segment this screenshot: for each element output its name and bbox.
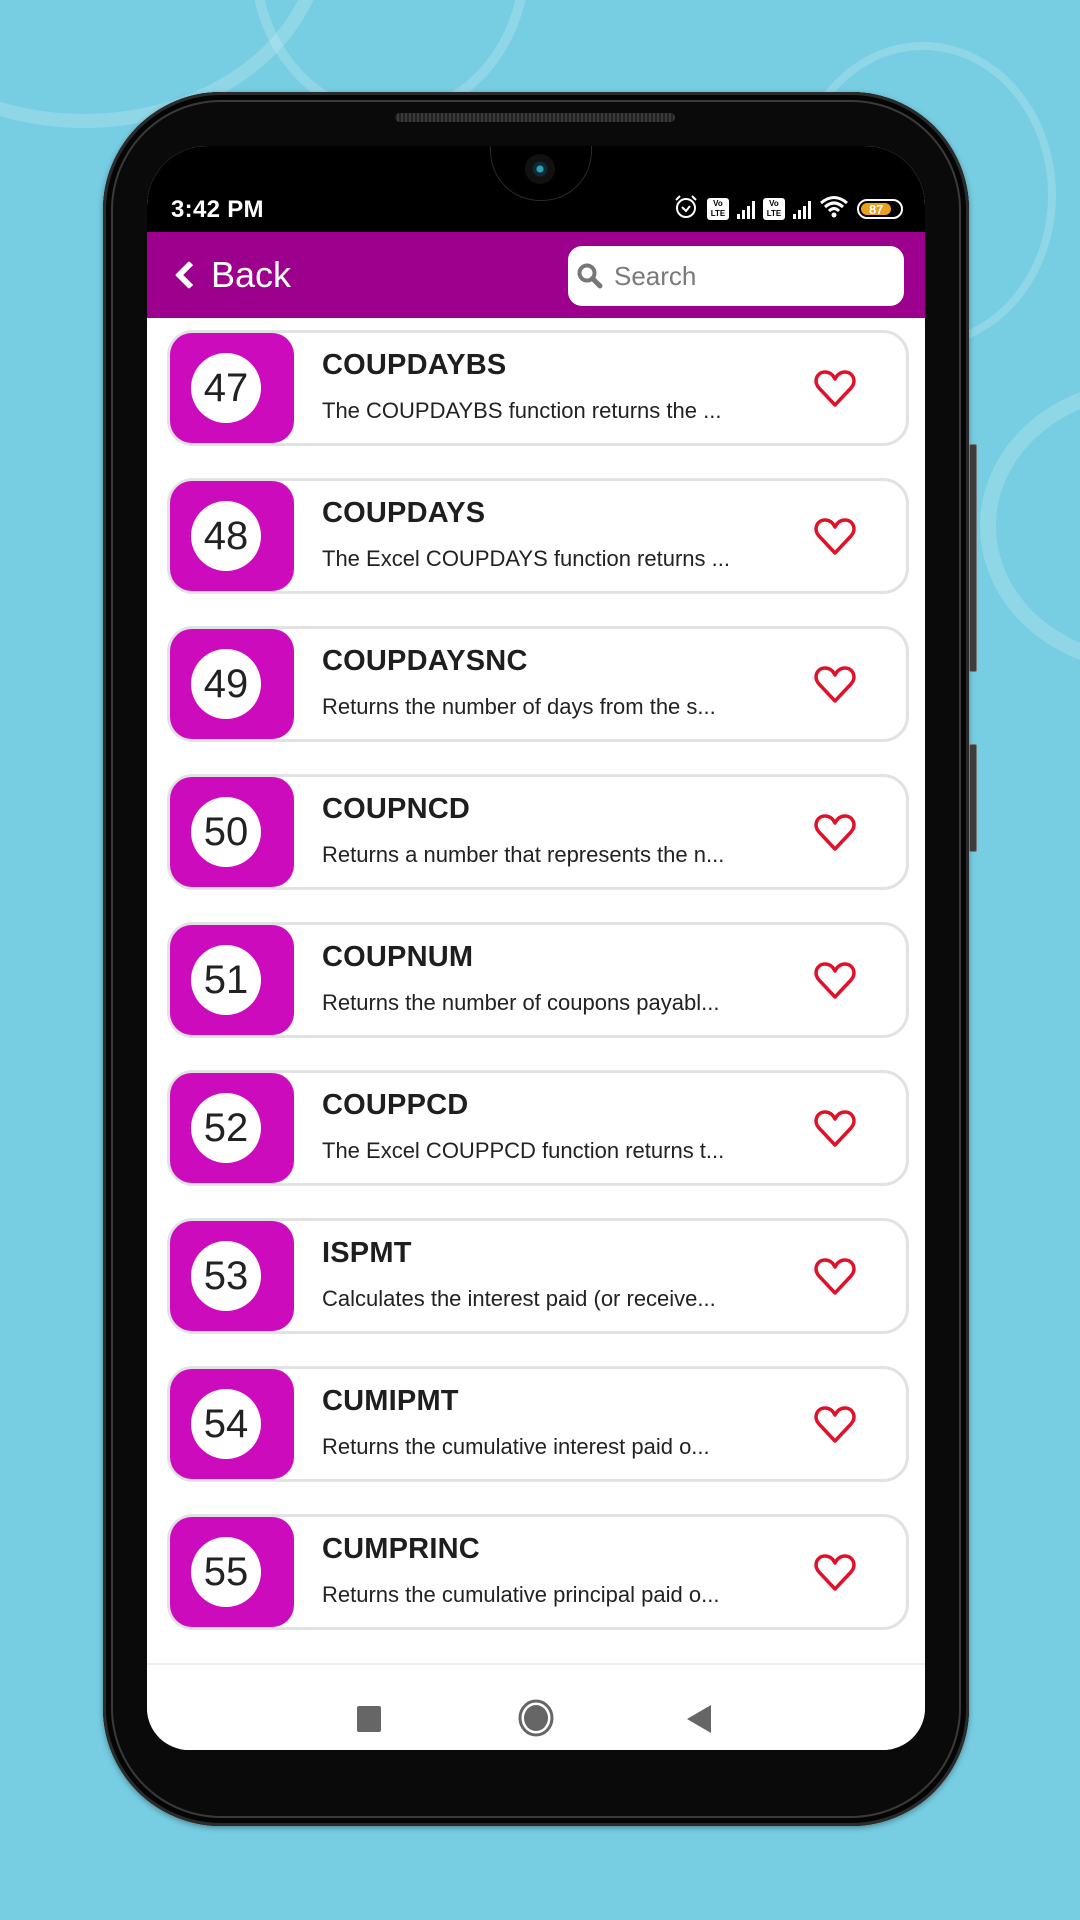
item-title: CUMIPMT xyxy=(322,1385,459,1417)
list-item[interactable]: 48 COUPDAYS The Excel COUPDAYS function … xyxy=(167,478,909,594)
list-item[interactable]: 52 COUPPCD The Excel COUPPCD function re… xyxy=(167,1070,909,1186)
list-item[interactable]: 51 COUPNUM Returns the number of coupons… xyxy=(167,922,909,1038)
volte-icon: Vo LTE xyxy=(707,198,729,220)
item-number: 52 xyxy=(191,1093,261,1163)
number-badge: 54 xyxy=(170,1369,294,1479)
item-title: COUPNCD xyxy=(322,793,471,825)
wifi-icon xyxy=(819,194,849,225)
status-icons: Vo LTE Vo LTE 87 xyxy=(673,194,903,225)
item-number: 55 xyxy=(191,1537,261,1607)
back-button[interactable]: Back xyxy=(174,254,292,296)
favorite-button[interactable] xyxy=(814,518,856,556)
item-description: Returns a number that represents the n..… xyxy=(322,842,725,867)
list-item[interactable]: 49 COUPDAYSNC Returns the number of days… xyxy=(167,626,909,742)
volume-button xyxy=(969,444,977,672)
item-description: Returns the number of days from the s... xyxy=(322,694,716,719)
number-badge: 55 xyxy=(170,1517,294,1627)
item-description: Returns the number of coupons payabl... xyxy=(322,990,720,1015)
favorite-button[interactable] xyxy=(814,370,856,408)
front-camera xyxy=(525,154,555,184)
item-title: ISPMT xyxy=(322,1237,412,1269)
search-input[interactable] xyxy=(612,259,876,293)
item-description: Returns the cumulative interest paid o..… xyxy=(322,1434,710,1459)
item-number: 49 xyxy=(191,649,261,719)
item-title: CUMPRINC xyxy=(322,1533,480,1565)
heart-icon xyxy=(814,1554,856,1591)
heart-icon xyxy=(814,962,856,999)
chevron-left-icon xyxy=(174,260,204,290)
item-description: The Excel COUPPCD function returns t... xyxy=(322,1138,725,1163)
recents-button[interactable] xyxy=(357,1706,381,1737)
earpiece-speaker xyxy=(395,113,675,122)
status-time: 3:42 PM xyxy=(171,196,264,223)
favorite-button[interactable] xyxy=(814,1406,856,1444)
number-badge: 49 xyxy=(170,629,294,739)
list-item[interactable]: 50 COUPNCD Returns a number that represe… xyxy=(167,774,909,890)
status-bar: 3:42 PM Vo LTE Vo LTE 87 xyxy=(147,146,925,232)
item-number: 51 xyxy=(191,945,261,1015)
number-badge: 50 xyxy=(170,777,294,887)
back-nav-button[interactable] xyxy=(687,1705,711,1738)
item-number: 54 xyxy=(191,1389,261,1459)
list-item[interactable]: 53 ISPMT Calculates the interest paid (o… xyxy=(167,1218,909,1334)
battery-level: 87 xyxy=(861,203,892,216)
signal-icon xyxy=(793,199,811,219)
battery-icon: 87 xyxy=(857,199,903,219)
signal-icon xyxy=(737,199,755,219)
favorite-button[interactable] xyxy=(814,1258,856,1296)
system-nav-bar xyxy=(147,1663,925,1750)
background-decoration xyxy=(980,380,1080,672)
favorite-button[interactable] xyxy=(814,666,856,704)
list-item[interactable]: 54 CUMIPMT Returns the cumulative intere… xyxy=(167,1366,909,1482)
power-button xyxy=(969,744,977,852)
search-box[interactable] xyxy=(568,246,904,306)
home-button[interactable] xyxy=(518,1699,554,1742)
item-number: 53 xyxy=(191,1241,261,1311)
item-number: 48 xyxy=(191,501,261,571)
item-number: 47 xyxy=(191,353,261,423)
number-badge: 48 xyxy=(170,481,294,591)
item-title: COUPPCD xyxy=(322,1089,469,1121)
number-badge: 52 xyxy=(170,1073,294,1183)
item-description: Calculates the interest paid (or receive… xyxy=(322,1286,716,1311)
favorite-button[interactable] xyxy=(814,814,856,852)
heart-icon xyxy=(814,1258,856,1295)
list-item[interactable]: 47 COUPDAYBS The COUPDAYBS function retu… xyxy=(167,330,909,446)
back-label: Back xyxy=(211,254,292,295)
number-badge: 53 xyxy=(170,1221,294,1331)
item-description: The COUPDAYBS function returns the ... xyxy=(322,398,722,423)
heart-icon xyxy=(814,666,856,703)
triangle-back-icon xyxy=(687,1705,711,1733)
item-title: COUPDAYS xyxy=(322,497,486,529)
app-header: Back xyxy=(147,232,925,318)
heart-icon xyxy=(814,1406,856,1443)
number-badge: 47 xyxy=(170,333,294,443)
item-title: COUPDAYSNC xyxy=(322,645,528,677)
alarm-icon xyxy=(673,194,699,225)
item-description: The Excel COUPDAYS function returns ... xyxy=(322,546,730,571)
favorite-button[interactable] xyxy=(814,1554,856,1592)
list-item[interactable]: 55 CUMPRINC Returns the cumulative princ… xyxy=(167,1514,909,1630)
favorite-button[interactable] xyxy=(814,1110,856,1148)
device-screen: 3:42 PM Vo LTE Vo LTE 87 Back Search 47 … xyxy=(147,146,925,1750)
number-badge: 51 xyxy=(170,925,294,1035)
circle-icon xyxy=(518,1699,554,1737)
square-icon xyxy=(357,1706,381,1732)
volte-icon: Vo LTE xyxy=(763,198,785,220)
item-description: Returns the cumulative principal paid o.… xyxy=(322,1582,720,1607)
heart-icon xyxy=(814,1110,856,1147)
heart-icon xyxy=(814,518,856,555)
heart-icon xyxy=(814,814,856,851)
item-title: COUPNUM xyxy=(322,941,474,973)
heart-icon xyxy=(814,370,856,407)
item-title: COUPDAYBS xyxy=(322,349,507,381)
item-number: 50 xyxy=(191,797,261,867)
favorite-button[interactable] xyxy=(814,962,856,1000)
search-icon xyxy=(576,262,604,290)
